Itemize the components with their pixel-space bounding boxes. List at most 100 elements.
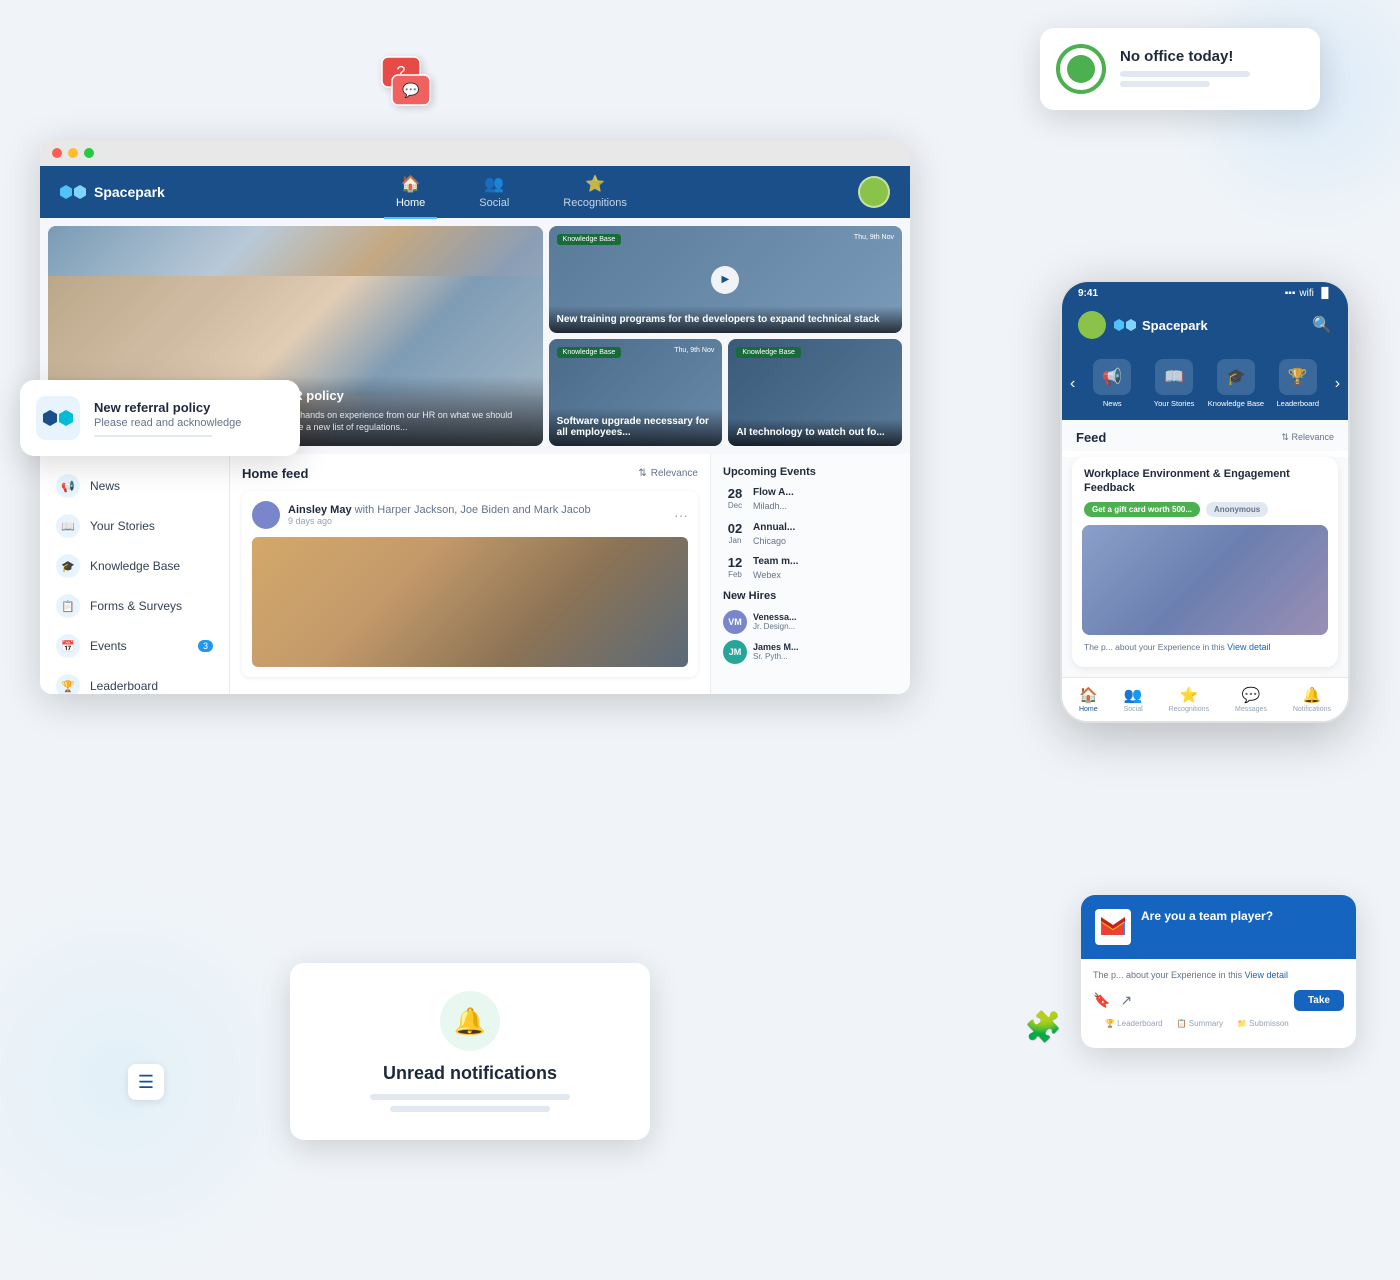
post-header: Ainsley May with Harper Jackson, Joe Bid… [252, 501, 688, 529]
hero-card-3[interactable]: Knowledge Base AI technology to watch ou… [728, 339, 902, 446]
notif-line-2 [390, 1106, 550, 1112]
hero-right: Knowledge Base Thu, 9th Nov ▶ New traini… [549, 226, 902, 446]
hire-1: VM Venessa... Jr. Design... [723, 610, 898, 634]
nav-home[interactable]: 🏠 Home [384, 166, 437, 219]
survey-card: Are you a team player? The p... about yo… [1081, 895, 1356, 1049]
main-content: 📢 News 📖 Your Stories 🎓 Knowledge Base 📋… [40, 454, 910, 694]
app-header: Spacepark 🏠 Home 👥 Social ⭐ Recognitions [40, 166, 910, 218]
mobile-nav-news[interactable]: 📢 News [1083, 359, 1141, 408]
survey-title: Are you a team player? [1141, 909, 1273, 925]
close-dot[interactable] [52, 148, 62, 158]
sidebar-item-news[interactable]: 📢 News [40, 466, 229, 506]
mobile-search-icon[interactable]: 🔍 [1312, 315, 1332, 335]
event-1: 28 Dec Flow A... Miladh... [723, 486, 898, 513]
puzzle-icon: 🧩 [1025, 1010, 1062, 1045]
feed-title: Home feed [242, 466, 308, 481]
mobile-card-title: Workplace Environment & Engagement Feedb… [1072, 457, 1338, 502]
referral-card: New referral policy Please read and ackn… [20, 380, 300, 456]
event-2: 02 Jan Annual... Chicago [723, 521, 898, 548]
survey-body: The p... about your Experience in this V… [1081, 959, 1356, 1049]
nav-arrow-right[interactable]: › [1331, 359, 1344, 408]
no-office-card: No office today! [1040, 28, 1320, 110]
knowledge-base-icon: 🎓 [56, 554, 80, 578]
sidebar-item-events[interactable]: 📅 Events 3 [40, 626, 229, 666]
new-hires-section: New Hires VM Venessa... Jr. Design... JM… [723, 590, 898, 664]
sidebar-your-stories-label: Your Stories [90, 519, 155, 533]
events-icon: 📅 [56, 634, 80, 658]
post-user: Ainsley May with Harper Jackson, Joe Bid… [288, 504, 591, 516]
nav-recognitions[interactable]: ⭐ Recognitions [551, 166, 639, 219]
mobile-status-icons: ▪▪▪ wifi ▐▌ [1285, 288, 1332, 299]
mobile-feed-title: Feed [1076, 430, 1106, 445]
sidebar-item-forms[interactable]: 📋 Forms & Surveys [40, 586, 229, 626]
feed-post: Ainsley May with Harper Jackson, Joe Bid… [242, 491, 698, 677]
chat-icon: ? 💬 [380, 55, 432, 119]
sidebar-events-label: Events [90, 639, 127, 653]
survey-actions: 🔖 ↗ Take [1093, 990, 1344, 1011]
post-options[interactable]: ··· [674, 507, 688, 523]
share-icon[interactable]: ↗ [1120, 992, 1132, 1009]
referral-title: New referral policy [94, 400, 241, 415]
notif-line-1 [370, 1094, 570, 1100]
mobile-header: Spacepark 🔍 [1062, 303, 1348, 351]
notifications-icon: 🔔 [1303, 686, 1322, 704]
right-panel: Upcoming Events 28 Dec Flow A... Miladh.… [710, 454, 910, 694]
mobile-nav-your-stories[interactable]: 📖 Your Stories [1145, 359, 1203, 408]
hero-card3-title: AI technology to watch out fo... [728, 419, 902, 446]
hire-avatar-2: JM [723, 640, 747, 664]
take-button[interactable]: Take [1294, 990, 1344, 1011]
mobile-nav-icons: ‹ 📢 News 📖 Your Stories 🎓 Knowledge Base… [1062, 351, 1348, 420]
signal-icon: ▪▪▪ [1285, 288, 1296, 299]
hero-card1-title: New training programs for the developers… [549, 306, 902, 333]
sidebar-item-leaderboard[interactable]: 🏆 Leaderboard [40, 666, 229, 694]
mobile-nav-leaderboard[interactable]: 🏆 Leaderboard [1269, 359, 1327, 408]
bookmark-icon[interactable]: 🔖 [1093, 992, 1110, 1009]
mobile-nav-knowledge-base[interactable]: 🎓 Knowledge Base [1207, 359, 1265, 408]
minimize-dot[interactable] [68, 148, 78, 158]
mobile-feed-card: Workplace Environment & Engagement Feedb… [1072, 457, 1338, 667]
play-button[interactable]: ▶ [711, 266, 739, 294]
hero-card2-badge: Knowledge Base [557, 347, 622, 358]
mobile-bottom-social[interactable]: 👥 Social [1124, 686, 1143, 713]
survey-view-detail[interactable]: View detail [1245, 970, 1288, 980]
mobile-bottom-notifications[interactable]: 🔔 Notifications [1293, 686, 1331, 713]
user-avatar[interactable] [858, 176, 890, 208]
sidebar-item-knowledge-base[interactable]: 🎓 Knowledge Base [40, 546, 229, 586]
recognitions-icon: ⭐ [1180, 686, 1199, 704]
survey-footer: 🏆 Leaderboard 📋 Summary 📁 Submisson [1093, 1019, 1344, 1038]
events-title: Upcoming Events [723, 466, 898, 478]
leaderboard-icon: 🏆 [56, 674, 80, 694]
hero-card2-title: Software upgrade necessary for all emplo… [549, 408, 723, 446]
your-stories-icon: 📖 [56, 514, 80, 538]
sidebar: 📢 News 📖 Your Stories 🎓 Knowledge Base 📋… [40, 454, 230, 694]
main-nav: 🏠 Home 👥 Social ⭐ Recognitions [384, 166, 639, 219]
post-avatar [252, 501, 280, 529]
mobile-bottom-home[interactable]: 🏠 Home [1079, 686, 1098, 713]
mobile-bottom-messages[interactable]: 💬 Messages [1235, 686, 1267, 713]
hero-card1-meta: Thu, 9th Nov [854, 234, 894, 241]
social-icon: 👥 [1124, 686, 1143, 704]
mobile-user-avatar[interactable] [1078, 311, 1106, 339]
sidebar-forms-label: Forms & Surveys [90, 599, 182, 613]
feed-header: Home feed ⇅ Relevance [242, 466, 698, 481]
nav-arrow-left[interactable]: ‹ [1066, 359, 1079, 408]
feed-sort[interactable]: ⇅ Relevance [638, 468, 698, 479]
unread-notifications-title: Unread notifications [314, 1063, 626, 1084]
mobile-status-bar: 9:41 ▪▪▪ wifi ▐▌ [1062, 282, 1348, 303]
hero-card-1[interactable]: Knowledge Base Thu, 9th Nov ▶ New traini… [549, 226, 902, 333]
sidebar-item-your-stories[interactable]: 📖 Your Stories [40, 506, 229, 546]
hero-card-2[interactable]: Knowledge Base Thu, 9th Nov Software upg… [549, 339, 723, 446]
new-hires-title: New Hires [723, 590, 898, 602]
mobile-card-image [1082, 525, 1328, 635]
maximize-dot[interactable] [84, 148, 94, 158]
nav-social[interactable]: 👥 Social [467, 166, 521, 219]
mobile-app-name: Spacepark [1142, 318, 1208, 333]
mobile-bottom-nav: 🏠 Home 👥 Social ⭐ Recognitions 💬 Message… [1062, 677, 1348, 721]
list-icon: ☰ [128, 1064, 164, 1100]
mobile-bottom-recognitions[interactable]: ⭐ Recognitions [1169, 686, 1209, 713]
mobile-feed-sort[interactable]: ⇅ Relevance [1281, 432, 1334, 443]
mobile-app: 9:41 ▪▪▪ wifi ▐▌ Spacepark 🔍 ‹ 📢 News 📖 … [1060, 280, 1350, 723]
view-detail-link[interactable]: View detail [1227, 642, 1270, 652]
mobile-logo: Spacepark [1114, 318, 1312, 333]
no-office-title: No office today! [1120, 48, 1250, 65]
